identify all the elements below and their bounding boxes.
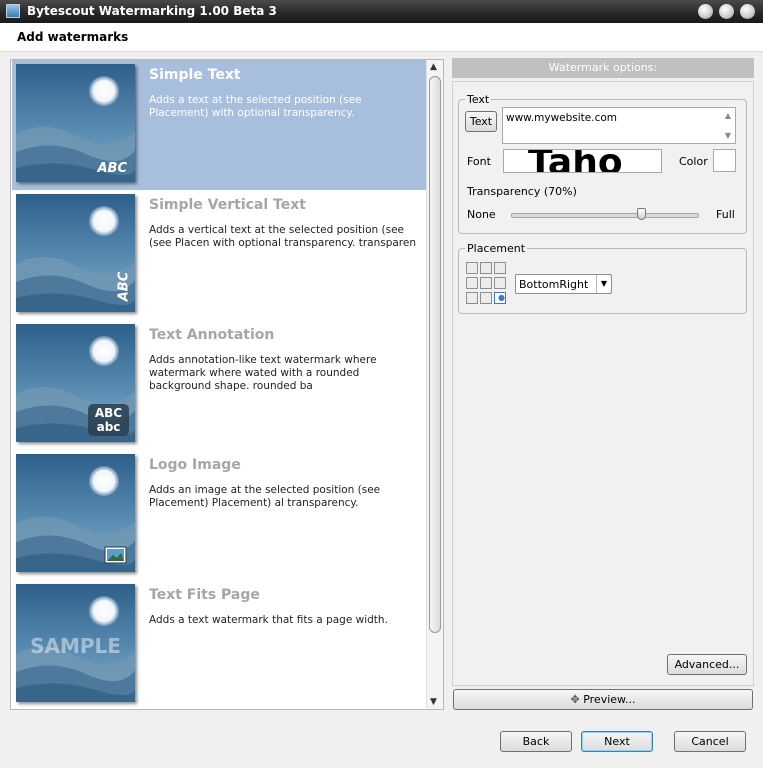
text-scroll-down-icon[interactable]: ▼ [725,131,731,140]
advanced-button[interactable]: Advanced... [667,654,747,675]
placement-select-value: BottomRight [519,278,589,291]
placement-group-legend: Placement [467,242,526,255]
list-item-logo-image[interactable]: Logo Image Adds an image at the selected… [12,450,428,580]
app-icon [6,4,20,18]
page-header: Add watermarks [0,23,763,52]
thumbnail-label: ABC [97,161,127,176]
placement-top-center[interactable] [480,262,492,274]
simple-text-thumbnail: ABC [16,64,135,182]
item-description: Adds an image at the selected position (… [149,484,381,509]
text-button[interactable]: Text [465,111,497,132]
close-button[interactable] [740,4,755,19]
scroll-up-icon[interactable]: ▲ [430,62,437,72]
placement-select[interactable]: BottomRight ▼ [515,274,612,294]
item-title: Text Fits Page [149,587,260,603]
list-item-simple-vertical-text[interactable]: ABC Simple Vertical Text Adds a vertical… [12,190,428,320]
list-item-text-fits-page[interactable]: SAMPLE Text Fits Page Adds a text waterm… [12,580,428,709]
text-annotation-thumbnail: ABC abc [16,324,135,442]
minimize-button[interactable] [698,4,713,19]
watermark-type-list[interactable]: ABC Simple Text Adds a text at the selec… [10,59,444,710]
thumbnail-label: ABC [94,406,123,420]
cancel-button[interactable]: Cancel [674,731,746,752]
item-title: Logo Image [149,457,241,473]
item-title: Text Annotation [149,327,275,343]
list-scrollbar[interactable]: ▲ ▼ [426,60,443,709]
item-description: Adds a vertical text at the selected pos… [149,224,416,249]
selected-dot-icon: ● [498,293,505,302]
placement-bottom-left[interactable] [466,292,478,304]
item-title: Simple Vertical Text [149,197,306,213]
transparency-none-label: None [467,208,496,221]
chevron-down-icon[interactable]: ▼ [596,275,611,293]
next-button[interactable]: Next [581,731,653,752]
window-title: Bytescout Watermarking 1.00 Beta 3 [27,4,277,18]
placement-middle-right[interactable] [494,277,506,289]
transparency-full-label: Full [716,208,735,221]
title-bar: Bytescout Watermarking 1.00 Beta 3 [0,0,763,23]
text-fits-page-thumbnail: SAMPLE [16,584,135,702]
item-title: Simple Text [149,67,241,83]
placement-center[interactable] [480,277,492,289]
placement-top-left[interactable] [466,262,478,274]
color-label: Color [679,155,708,168]
placement-bottom-right[interactable]: ● [494,292,506,304]
simple-vertical-text-thumbnail: ABC [16,194,135,312]
thumbnail-label: ABC [116,271,132,302]
scroll-down-icon[interactable]: ▼ [430,697,437,707]
scrollbar-thumb[interactable] [429,76,441,633]
page-title: Add watermarks [17,30,129,44]
list-item-simple-text[interactable]: ABC Simple Text Adds a text at the selec… [12,60,428,190]
font-preview: Tahо [528,149,623,173]
transparency-label: Transparency (70%) [467,185,577,198]
font-label: Font [467,155,491,168]
list-item-text-annotation[interactable]: ABC abc Text Annotation Adds annotation-… [12,320,428,450]
placement-bottom-center[interactable] [480,292,492,304]
preview-button-label: Preview... [583,693,636,706]
item-description: Adds a text watermark that fits a page w… [149,614,388,626]
placement-middle-left[interactable] [466,277,478,289]
watermark-text-value: www.mywebsite.com [506,112,618,124]
thumbnail-label-secondary: abc [96,420,121,434]
transparency-slider-thumb[interactable] [636,208,646,220]
options-header: Watermark options: [452,58,754,78]
options-panel: Text Text www.mywebsite.com ▲ ▼ Font Tah… [452,81,754,686]
logo-image-thumbnail [16,454,135,572]
transparency-slider[interactable] [511,213,699,218]
maximize-button[interactable] [719,4,734,19]
thumbnail-label: SAMPLE [30,634,121,658]
item-description: Adds a text at the selected position (se… [149,94,362,119]
font-selector[interactable]: Tahо [503,149,662,173]
color-swatch[interactable] [713,149,736,172]
item-description: Adds annotation-like text watermark wher… [149,354,377,392]
text-group-legend: Text [467,93,490,106]
watermark-text-input[interactable]: www.mywebsite.com ▲ ▼ [502,107,736,144]
move-icon: ✥ [570,693,580,706]
placement-top-right[interactable] [494,262,506,274]
back-button[interactable]: Back [500,731,572,752]
text-scroll-up-icon[interactable]: ▲ [725,111,731,120]
preview-button[interactable]: ✥ Preview... [453,689,753,710]
